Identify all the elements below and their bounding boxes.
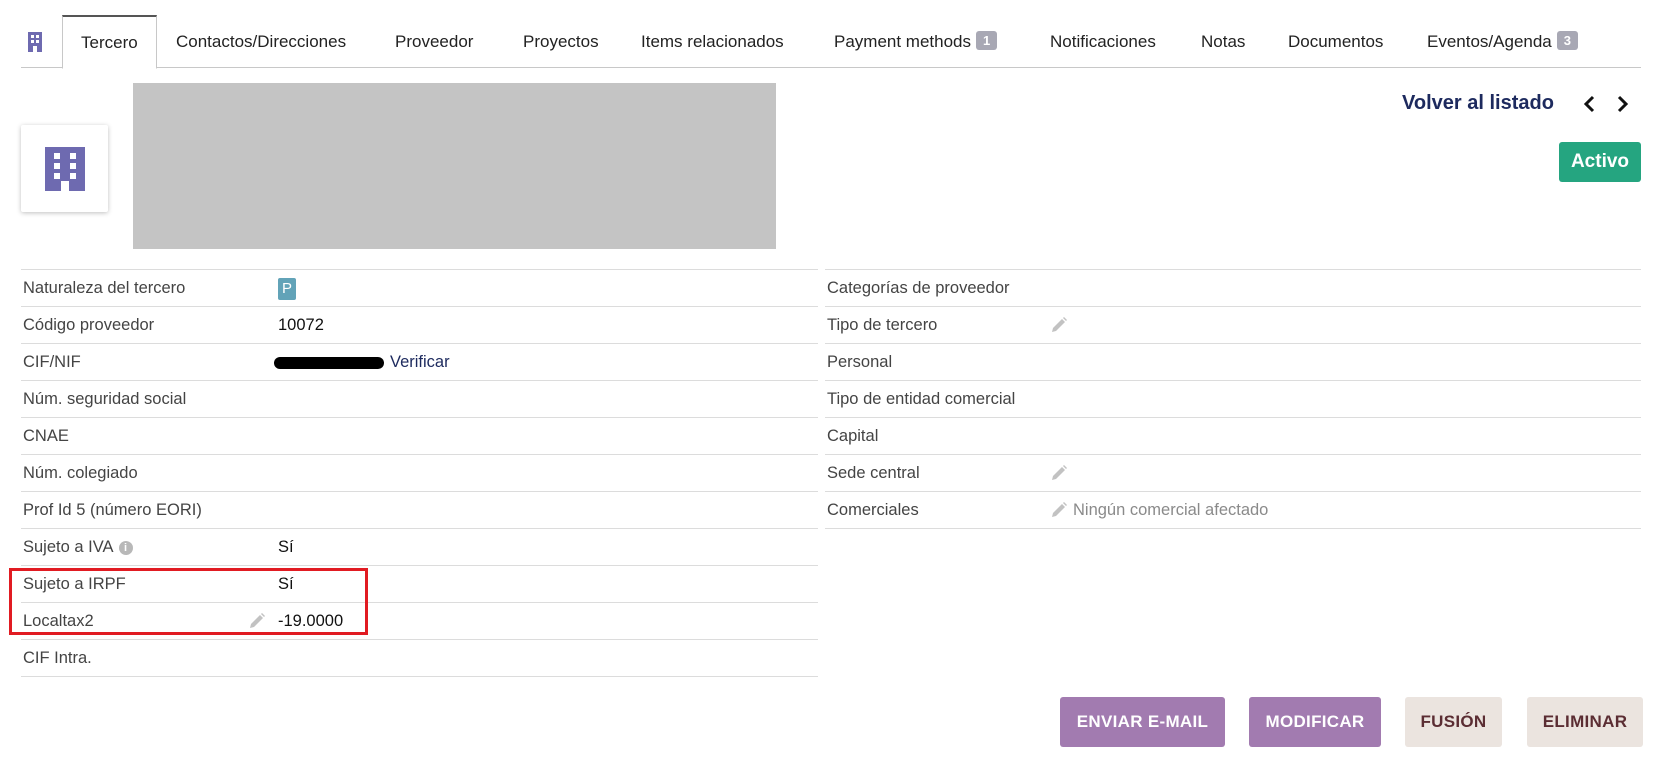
field-row: Sede central [825, 455, 1641, 492]
field-row: Código proveedor 10072 [21, 307, 818, 344]
tab-tercero[interactable]: Tercero [62, 15, 157, 69]
field-row: Naturaleza del tercero P [21, 270, 818, 307]
building-icon[interactable] [27, 32, 45, 52]
tab-contactos-direcciones[interactable]: Contactos/Direcciones [176, 15, 346, 67]
field-label: CIF/NIF [23, 353, 81, 371]
tab-label: Proyectos [523, 32, 599, 51]
sales-reps-value: Ningún comercial afectado [1073, 501, 1269, 519]
tab-label: Notificaciones [1050, 32, 1156, 51]
field-row: Sujeto a IVA i Sí [21, 529, 818, 566]
redacted-banner [133, 83, 776, 249]
merge-button[interactable]: FUSIÓN [1405, 697, 1502, 747]
tab-bar: Tercero Contactos/Direcciones Proveedor … [21, 15, 1641, 69]
field-row: Núm. colegiado [21, 455, 818, 492]
tab-label: Payment methods [834, 32, 972, 51]
field-label: Código proveedor [23, 316, 155, 334]
field-label: Personal [827, 353, 893, 371]
modify-button[interactable]: MODIFICAR [1249, 697, 1381, 747]
redacted-value [274, 356, 384, 369]
field-label: Tipo de tercero [827, 316, 938, 334]
field-label: CNAE [23, 427, 69, 445]
field-label: CIF Intra. [23, 649, 92, 667]
pencil-icon[interactable] [1050, 464, 1068, 487]
field-label-text: Sujeto a IVA [23, 538, 114, 556]
field-label: Sede central [827, 464, 920, 482]
tab-notas[interactable]: Notas [1201, 15, 1245, 67]
info-icon[interactable]: i [118, 541, 133, 555]
tab-label: Documentos [1288, 32, 1384, 51]
count-badge: 1 [976, 31, 998, 50]
tab-eventos-agenda[interactable]: Eventos/Agenda 3 [1427, 15, 1578, 67]
delete-button[interactable]: ELIMINAR [1527, 697, 1643, 747]
count-badge: 3 [1556, 31, 1578, 50]
field-value: P [278, 270, 297, 306]
field-label: Capital [827, 427, 879, 445]
highlight-box [9, 568, 368, 635]
send-email-button[interactable]: ENVIAR E-MAIL [1060, 697, 1225, 747]
company-logo [21, 125, 108, 212]
field-label: Núm. seguridad social [23, 390, 187, 408]
field-row: Tipo de entidad comercial [825, 381, 1641, 418]
field-label: Categorías de proveedor [827, 279, 1010, 297]
field-row: Núm. seguridad social [21, 381, 818, 418]
tab-label: Eventos/Agenda [1427, 32, 1552, 51]
building-icon [45, 147, 85, 191]
field-label: Prof Id 5 (número EORI) [23, 501, 202, 519]
supplier-code-value: 10072 [278, 316, 324, 334]
tab-label: Items relacionados [641, 32, 784, 51]
tab-items-relacionados[interactable]: Items relacionados [641, 15, 784, 67]
field-value: Verificar [274, 344, 450, 380]
status-badge: Activo [1559, 142, 1641, 182]
field-row: Capital [825, 418, 1641, 455]
right-field-table: Categorías de proveedor Tipo de tercero … [825, 269, 1641, 529]
supplier-tag: P [278, 277, 297, 300]
field-row: Tipo de tercero [825, 307, 1641, 344]
field-row: Personal [825, 344, 1641, 381]
tab-proveedor[interactable]: Proveedor [395, 15, 473, 67]
verify-link[interactable]: Verificar [390, 353, 450, 371]
field-label: Núm. colegiado [23, 464, 138, 482]
tab-label: Proveedor [395, 32, 474, 51]
field-label: Tipo de entidad comercial [827, 390, 1016, 408]
tab-label: Tercero [81, 33, 138, 52]
chevron-left-icon[interactable] [1580, 92, 1598, 116]
tab-notificaciones[interactable]: Notificaciones [1050, 15, 1156, 67]
tab-label: Notas [1201, 32, 1246, 51]
field-row: CIF Intra. [21, 640, 818, 677]
field-row: Comerciales Ningún comercial afectado [825, 492, 1641, 529]
field-label: Comerciales [827, 501, 919, 519]
tab-payment-methods[interactable]: Payment methods 1 [834, 15, 998, 67]
field-row: CIF/NIF Verificar [21, 344, 818, 381]
pencil-icon[interactable] [1050, 501, 1068, 524]
tab-label: Contactos/Direcciones [176, 32, 347, 51]
field-label: Sujeto a IVA i [23, 529, 133, 565]
field-row: Prof Id 5 (número EORI) [21, 492, 818, 529]
field-row: Categorías de proveedor [825, 270, 1641, 307]
field-value: Sí [278, 538, 294, 556]
field-label: Naturaleza del tercero [23, 279, 186, 297]
field-row: CNAE [21, 418, 818, 455]
tab-documentos[interactable]: Documentos [1288, 15, 1383, 67]
chevron-right-icon[interactable] [1614, 92, 1632, 116]
tab-proyectos[interactable]: Proyectos [523, 15, 599, 67]
back-to-list-link[interactable]: Volver al listado [1402, 92, 1554, 115]
pencil-icon[interactable] [1050, 316, 1068, 339]
